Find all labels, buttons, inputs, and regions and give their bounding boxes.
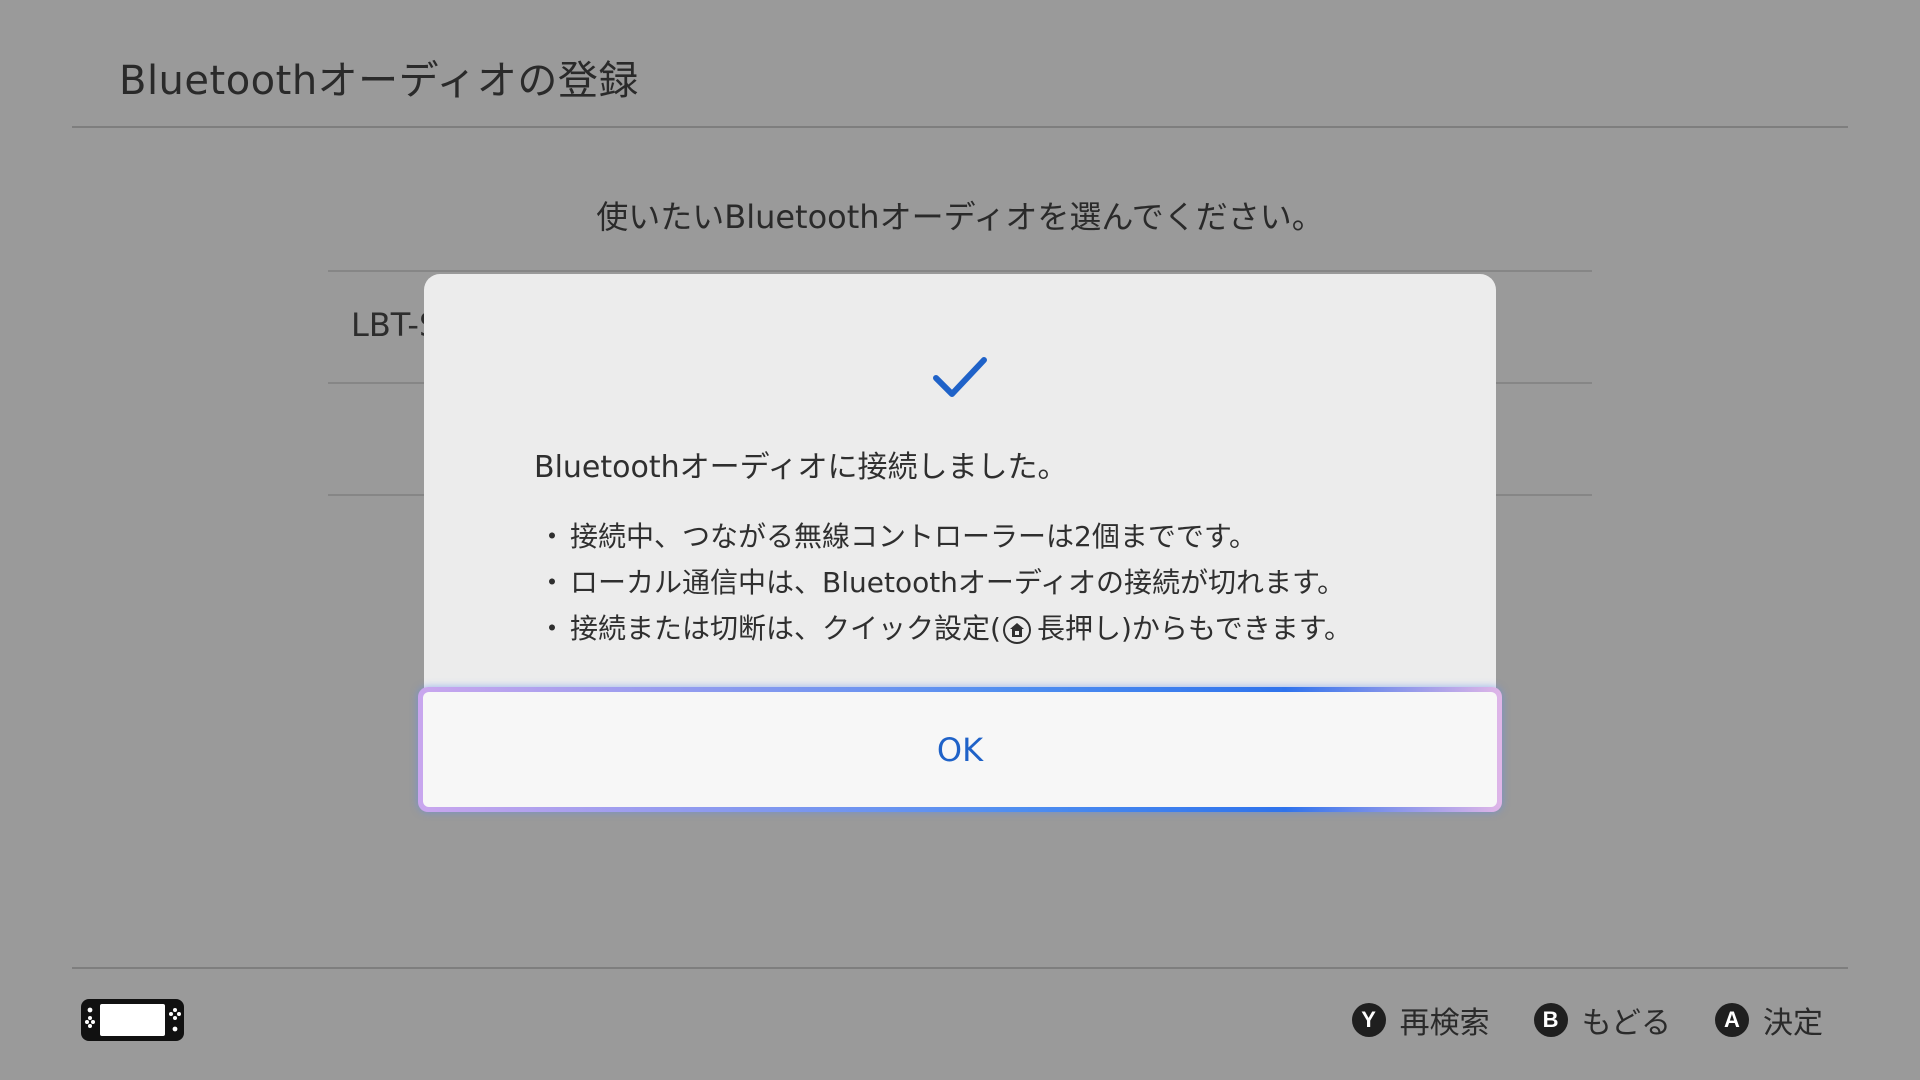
page-title: Bluetoothオーディオの登録	[119, 58, 639, 104]
back-action[interactable]: B もどる	[1533, 998, 1671, 1042]
checkmark-icon	[933, 357, 987, 397]
dialog-notes: ・接続中、つながる無線コントローラーは2個までです。 ・ローカル通信中は、Blu…	[534, 514, 1352, 652]
home-button-icon	[1002, 616, 1031, 644]
header-divider	[72, 126, 1848, 128]
confirm-label: 決定	[1763, 1006, 1823, 1041]
a-button-icon: A	[1715, 1003, 1749, 1037]
instruction-text: 使いたいBluetoothオーディオを選んでください。	[596, 198, 1324, 236]
list-divider	[328, 270, 1592, 272]
confirm-action[interactable]: A 決定	[1715, 998, 1823, 1042]
note-text: 接続中、つながる無線コントローラーは2個までです。	[570, 520, 1258, 553]
research-action[interactable]: Y 再検索	[1351, 998, 1490, 1042]
note-text: ローカル通信中は、Bluetoothオーディオの接続が切れます。	[570, 566, 1346, 599]
dialog-message: Bluetoothオーディオに接続しました。	[534, 450, 1068, 485]
ok-button[interactable]: OK	[423, 692, 1497, 807]
bullet-marker: ・	[537, 612, 566, 645]
back-label: もどる	[1581, 1006, 1671, 1041]
research-label: 再検索	[1399, 1006, 1490, 1041]
note-text-suffix: 長押し)からもできます。	[1036, 612, 1352, 645]
note-text-prefix: 接続または切断は、クイック設定(	[570, 612, 1001, 645]
note-item: ・接続または切断は、クイック設定( 長押し)からもできます。	[534, 606, 1352, 652]
ok-button-focus-frame: OK	[418, 687, 1502, 812]
handheld-console-icon	[81, 999, 184, 1041]
footer-actions: Y 再検索 B もどる A 決定	[1351, 998, 1823, 1042]
note-item: ・接続中、つながる無線コントローラーは2個までです。	[534, 514, 1352, 560]
note-item: ・ローカル通信中は、Bluetoothオーディオの接続が切れます。	[534, 560, 1352, 606]
footer-divider	[72, 967, 1848, 969]
bullet-marker: ・	[537, 566, 566, 599]
b-button-icon: B	[1533, 1003, 1568, 1037]
screen: Bluetoothオーディオの登録 使いたいBluetoothオーディオを選んで…	[0, 0, 1920, 1080]
connection-dialog: Bluetoothオーディオに接続しました。 ・接続中、つながる無線コントローラ…	[418, 274, 1502, 812]
bullet-marker: ・	[537, 520, 566, 553]
y-button-icon: Y	[1351, 1003, 1386, 1037]
